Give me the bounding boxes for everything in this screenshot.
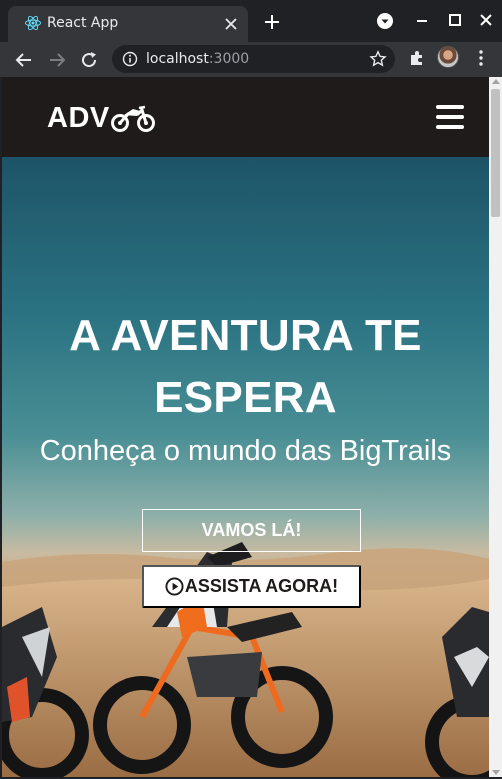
- react-icon: [25, 15, 41, 31]
- hamburger-menu-icon[interactable]: [436, 105, 464, 131]
- menu-bar: [436, 105, 464, 109]
- new-tab-icon[interactable]: [262, 12, 282, 32]
- scroll-up-arrow-icon[interactable]: [492, 79, 500, 84]
- site-header: ADV: [2, 77, 489, 157]
- url-port: :3000: [208, 51, 250, 67]
- menu-bar: [436, 125, 464, 129]
- browser-toolbar: localhost:3000: [0, 42, 502, 77]
- maximize-icon[interactable]: [447, 12, 463, 28]
- extensions-puzzle-icon[interactable]: [408, 49, 426, 67]
- scroll-down-arrow-icon[interactable]: [492, 770, 500, 775]
- reload-icon[interactable]: [79, 50, 99, 70]
- page-viewport: ADV A AVENTURA TE ESPERA Conheça o mundo…: [2, 77, 489, 777]
- hero-title-line1: A AVENTURA TE: [69, 311, 422, 360]
- tab-search-icon[interactable]: [376, 12, 394, 30]
- bookmark-star-icon[interactable]: [369, 50, 387, 68]
- more-options-icon[interactable]: [474, 49, 488, 67]
- hero-subtitle: Conheça o mundo das BigTrails: [39, 435, 452, 467]
- forward-arrow-icon[interactable]: [47, 50, 67, 70]
- logo-text: ADV: [47, 101, 110, 134]
- minimize-icon[interactable]: [414, 12, 430, 28]
- back-arrow-icon[interactable]: [14, 50, 34, 70]
- hero-section: A AVENTURA TE ESPERA Conheça o mundo das…: [2, 157, 489, 777]
- menu-bar: [436, 115, 464, 119]
- scrollbar-thumb[interactable]: [491, 89, 500, 217]
- tab-title: React App: [47, 15, 119, 31]
- address-bar[interactable]: localhost:3000: [112, 45, 395, 73]
- browser-tab-bar: React App: [0, 0, 502, 42]
- motorcycle-icon: [110, 105, 155, 132]
- page-scrollbar[interactable]: [489, 77, 502, 777]
- browser-tab[interactable]: React App: [8, 6, 248, 42]
- url-text: localhost:3000: [146, 51, 249, 67]
- site-logo[interactable]: ADV: [47, 101, 155, 135]
- window-close-icon[interactable]: [478, 12, 494, 28]
- close-tab-icon[interactable]: [222, 15, 240, 33]
- url-host: localhost: [146, 51, 209, 67]
- assista-agora-label: ASSISTA AGORA!: [184, 576, 339, 596]
- vamos-la-button[interactable]: VAMOS LÁ!: [142, 509, 361, 552]
- hero-title: A AVENTURA TE ESPERA: [2, 305, 489, 429]
- profile-avatar[interactable]: [437, 46, 459, 68]
- play-circle-icon: [165, 577, 184, 596]
- hero-title-line2: ESPERA: [154, 373, 337, 422]
- assista-agora-button[interactable]: ASSISTA AGORA!: [142, 565, 361, 608]
- info-icon[interactable]: [122, 51, 138, 67]
